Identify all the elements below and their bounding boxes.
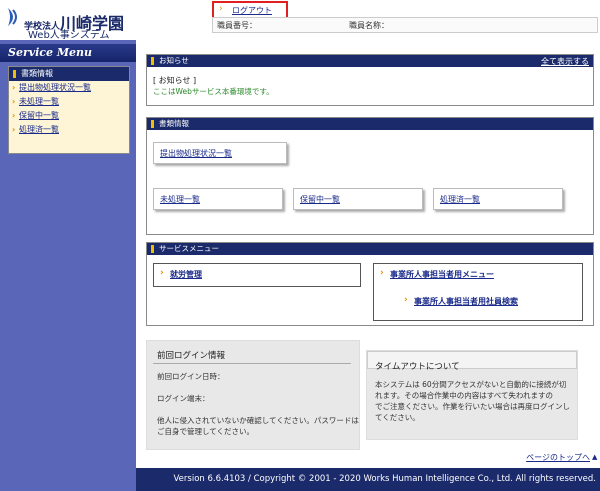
documents-title: 書類情報 (147, 118, 593, 130)
logo-system-name: Web人事システム (28, 30, 110, 41)
notice-panel: お知らせ 全て表示する [ お知らせ ] ここはWebサービス本番環境です。 (146, 54, 594, 106)
last-login-terminal-label: ログイン端末： (157, 394, 210, 403)
unprocessed-button[interactable]: 未処理一覧 (153, 188, 283, 210)
logo: 学校法人川崎学園 Web人事システム (6, 4, 136, 41)
divider (153, 363, 351, 364)
sidebar-link[interactable]: 提出物処理状況一覧 (19, 83, 91, 92)
service-menu-title: サービスメニュー (147, 243, 593, 255)
logout-link[interactable]: ログアウト (232, 5, 272, 16)
sidebar-link[interactable]: 未処理一覧 (19, 97, 59, 106)
timeout-title: タイムアウトについて (375, 362, 460, 372)
logo-mark-icon (8, 8, 17, 26)
sidebar-title: Service Menu (0, 44, 136, 62)
sidebar-link[interactable]: 処理済一覧 (19, 125, 59, 134)
sidebar-item-unprocessed[interactable]: 未処理一覧 (9, 95, 129, 109)
on-hold-link[interactable]: 保留中一覧 (300, 194, 340, 205)
arrow-up-icon[interactable]: ▲ (592, 453, 598, 461)
timeout-line3: でご注意ください。作業を行いたい場合は再度ログインし (375, 402, 570, 411)
last-login-datetime-label: 前回ログイン日時： (157, 372, 225, 381)
chevron-right-icon: › (380, 268, 384, 278)
chevron-right-icon: › (160, 268, 164, 278)
office-admin-search-link[interactable]: 事業所人事担当者用社員検索 (414, 296, 518, 307)
documents-panel: 書類情報 提出物処理状況一覧 未処理一覧 保留中一覧 処理済一覧 (146, 117, 594, 235)
processed-button[interactable]: 処理済一覧 (433, 188, 563, 210)
status-list-button[interactable]: 提出物処理状況一覧 (153, 142, 287, 164)
sidebar-documents-menu: 書類情報 提出物処理状況一覧 未処理一覧 保留中一覧 処理済一覧 (8, 66, 130, 154)
timeout-box: タイムアウトについて 本システムは 60分間アクセスがないと自動的に接続が切 れ… (366, 350, 578, 440)
timeout-line4: てください。 (375, 413, 420, 422)
sidebar-item-status-list[interactable]: 提出物処理状況一覧 (9, 81, 129, 95)
sidebar-link[interactable]: 保留中一覧 (19, 111, 59, 120)
footer: Version 6.6.4103 / Copyright © 2001 - 20… (0, 468, 600, 491)
chevron-right-icon: › (404, 295, 408, 305)
attendance-box[interactable]: › 就労管理 (153, 263, 361, 287)
last-login-title: 前回ログイン情報 (157, 351, 226, 361)
sidebar-item-processed[interactable]: 処理済一覧 (9, 123, 129, 137)
last-login-note-line1: 他人に侵入されていないか確認してください。パスワードは (157, 416, 359, 425)
notice-heading: [ お知らせ ] (153, 76, 197, 85)
office-admin-menu-link[interactable]: 事業所人事担当者用メニュー (390, 269, 494, 280)
processed-link[interactable]: 処理済一覧 (440, 194, 480, 205)
page-top-link[interactable]: ページのトップへ (526, 452, 590, 463)
show-all-link[interactable]: 全て表示する (541, 56, 589, 68)
timeout-line2: れます。その場合作業中の内容はすべて失われますの (375, 391, 554, 400)
office-admin-box: › 事業所人事担当者用メニュー › 事業所人事担当者用社員検索 (373, 263, 583, 321)
copyright-text: Version 6.6.4103 / Copyright © 2001 - 20… (173, 474, 596, 484)
last-login-box: 前回ログイン情報 前回ログイン日時： ログイン端末： 他人に侵入されていないか確… (146, 340, 360, 450)
notice-title-text: お知らせ (159, 56, 189, 65)
unprocessed-link[interactable]: 未処理一覧 (160, 194, 200, 205)
service-menu-panel: サービスメニュー › 就労管理 › 事業所人事担当者用メニュー › 事業所人事担… (146, 242, 594, 326)
timeout-line1: 本システムは 60分間アクセスがないと自動的に接続が切 (375, 380, 567, 389)
status-list-link[interactable]: 提出物処理状況一覧 (160, 148, 232, 159)
last-login-note-line2: ご自身で管理してください。 (157, 427, 255, 436)
staff-name-label: 職員名称： (349, 21, 389, 30)
notice-title: お知らせ 全て表示する (147, 55, 593, 67)
on-hold-button[interactable]: 保留中一覧 (293, 188, 423, 210)
attendance-link[interactable]: 就労管理 (170, 269, 202, 280)
sidebar-section-title: 書類情報 (9, 67, 129, 81)
footer-sidebar-strip (0, 468, 136, 491)
sidebar: Service Menu 書類情報 提出物処理状況一覧 未処理一覧 保留中一覧 … (0, 40, 136, 468)
sidebar-item-on-hold[interactable]: 保留中一覧 (9, 109, 129, 123)
staff-number-label: 職員番号： (217, 21, 257, 30)
header: 学校法人川崎学園 Web人事システム › ログアウト 職員番号： 職員名称： (0, 0, 600, 41)
user-info-bar: 職員番号： 職員名称： (212, 17, 598, 33)
notice-message: ここはWebサービス本番環境です。 (153, 87, 274, 96)
chevron-right-icon: › (219, 4, 223, 14)
